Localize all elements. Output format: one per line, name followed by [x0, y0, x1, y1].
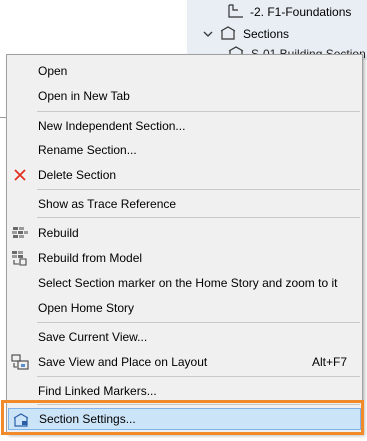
- menu-item-section-settings[interactable]: Section Settings...: [8, 408, 361, 430]
- menu-separator: [37, 189, 360, 190]
- story-icon: [228, 3, 244, 21]
- menu-item-label: Show as Trace Reference: [38, 197, 177, 211]
- menu-item-shortcut: Alt+F7: [311, 355, 347, 369]
- menu-item-label: Rename Section...: [38, 143, 137, 157]
- menu-item-label: Find Linked Markers...: [38, 384, 157, 398]
- menu-item-rename-section[interactable]: Rename Section...: [8, 139, 361, 161]
- menu-item-label: Save Current View...: [38, 330, 148, 344]
- menu-item-label: Rebuild: [38, 226, 79, 240]
- menu-separator: [37, 322, 360, 323]
- menu-item-label: Save View and Place on Layout: [38, 355, 208, 369]
- menu-item-label: Delete Section: [38, 168, 117, 182]
- tree-item-story-label: -2. F1-Foundations: [250, 5, 352, 19]
- context-menu: Open Open in New Tab New Independent Sec…: [6, 54, 363, 434]
- menu-item-label: New Independent Section...: [38, 119, 186, 133]
- menu-item-save-current-view[interactable]: Save Current View...: [8, 326, 361, 348]
- rebuild-from-model-icon: [11, 250, 29, 266]
- menu-item-label: Open Home Story: [38, 301, 135, 315]
- menu-item-show-trace-reference[interactable]: Show as Trace Reference: [8, 193, 361, 215]
- section-folder-icon: [219, 25, 237, 43]
- menu-item-select-section-marker[interactable]: Select Section marker on the Home Story …: [8, 272, 361, 294]
- menu-item-label: Section Settings...: [39, 412, 136, 426]
- menu-separator: [37, 111, 360, 112]
- chevron-down-icon[interactable]: [203, 27, 213, 41]
- menu-item-open[interactable]: Open: [8, 60, 361, 82]
- menu-item-open-home-story[interactable]: Open Home Story: [8, 297, 361, 319]
- save-view-layout-icon: [11, 354, 29, 370]
- rebuild-icon: [11, 225, 29, 241]
- menu-item-label: Open: [38, 64, 68, 78]
- menu-item-open-new-tab[interactable]: Open in New Tab: [8, 85, 361, 107]
- menu-separator: [37, 404, 360, 405]
- menu-item-rebuild-from-model[interactable]: Rebuild from Model: [8, 247, 361, 269]
- tree-item-story[interactable]: -2. F1-Foundations: [228, 3, 351, 21]
- delete-x-icon: [11, 167, 29, 183]
- menu-item-label: Select Section marker on the Home Story …: [38, 276, 338, 290]
- menu-item-find-linked-markers[interactable]: Find Linked Markers...: [8, 380, 361, 402]
- navigator-tree: -2. F1-Foundations Sections S-01 Buildin…: [187, 0, 367, 61]
- menu-item-label: Rebuild from Model: [38, 251, 143, 265]
- tree-item-sections[interactable]: Sections: [203, 25, 289, 43]
- menu-item-delete-section[interactable]: Delete Section: [8, 164, 361, 186]
- menu-item-label: Open in New Tab: [38, 89, 130, 103]
- menu-item-save-view-place-layout[interactable]: Save View and Place on Layout Alt+F7: [8, 351, 361, 373]
- section-settings-icon: [12, 412, 30, 428]
- menu-item-new-independent-section[interactable]: New Independent Section...: [8, 115, 361, 137]
- menu-item-rebuild[interactable]: Rebuild: [8, 222, 361, 244]
- menu-separator: [37, 217, 360, 218]
- tree-item-sections-label: Sections: [243, 27, 290, 41]
- menu-separator: [37, 376, 360, 377]
